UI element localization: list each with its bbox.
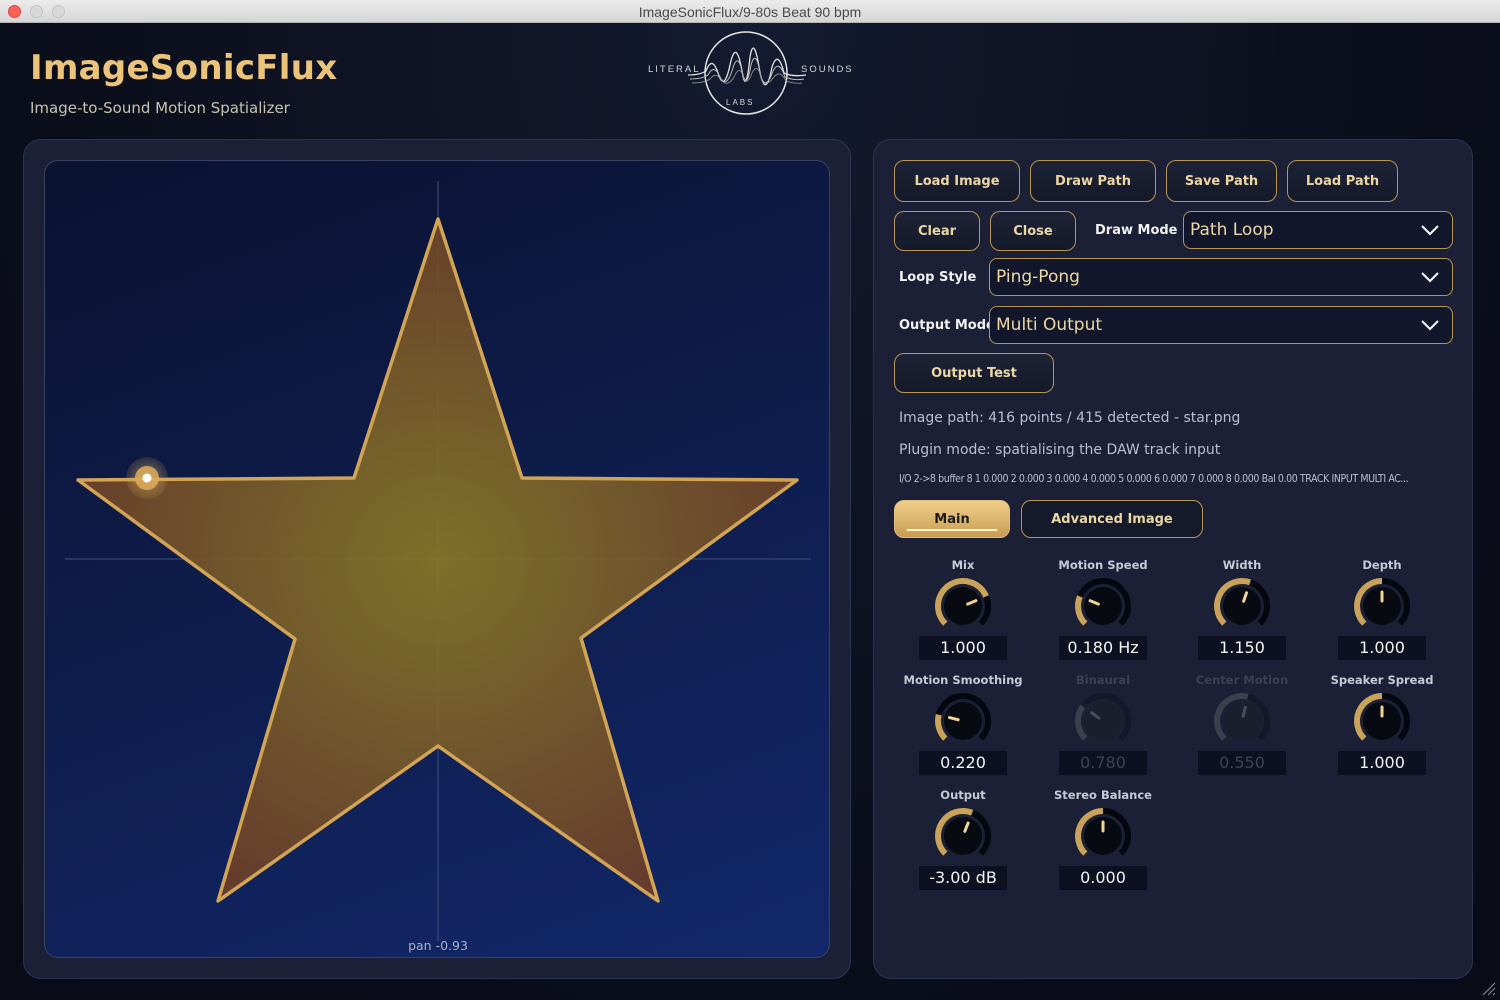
- knob-value-field[interactable]: 1.000: [1338, 751, 1426, 775]
- knob-label: Output: [940, 788, 986, 802]
- app-title: ImageSonicFlux: [30, 48, 338, 88]
- logo-text-sounds: SOUNDS: [801, 64, 854, 75]
- window-titlebar: ImageSonicFlux/9-80s Beat 90 bpm: [0, 0, 1500, 23]
- loop-style-label: Loop Style: [899, 270, 977, 285]
- knob-dial[interactable]: [933, 806, 993, 866]
- knob-value-field: 0.780: [1059, 751, 1147, 775]
- draw-mode-label: Draw Mode: [1095, 223, 1178, 238]
- knob-speaker-spread: Speaker Spread 1.000: [1312, 673, 1452, 788]
- spatial-canvas[interactable]: pan -0.93: [44, 160, 830, 958]
- knob-body: [1084, 587, 1122, 625]
- draw-path-button[interactable]: Draw Path: [1030, 160, 1156, 202]
- loop-style-value: Ping-Pong: [996, 267, 1080, 287]
- knob-depth: Depth 1.000: [1312, 558, 1452, 673]
- knob-body: [1223, 587, 1261, 625]
- knob-value-field: 0.550: [1198, 751, 1286, 775]
- draw-mode-select[interactable]: Path Loop: [1183, 211, 1453, 249]
- output-test-button[interactable]: Output Test: [894, 353, 1054, 393]
- logo-text-labs: LABS: [726, 98, 755, 107]
- spatial-canvas-panel: pan -0.93: [23, 139, 851, 979]
- knob-dial[interactable]: [933, 691, 993, 751]
- chevron-down-icon: [1421, 320, 1439, 331]
- knob-value-field[interactable]: 0.180 Hz: [1059, 636, 1147, 660]
- knob-label: Center Motion: [1195, 673, 1289, 687]
- knob-pointer: [1241, 705, 1247, 718]
- knob-label: Motion Speed: [1058, 558, 1148, 572]
- knob-center-motion: Center Motion 0.550: [1172, 673, 1312, 788]
- knob-label: Speaker Spread: [1330, 673, 1434, 687]
- close-button[interactable]: Close: [990, 211, 1076, 251]
- knob-output: Output -3.00 dB: [893, 788, 1033, 903]
- knob-label: Depth: [1362, 558, 1402, 572]
- load-image-button[interactable]: Load Image: [894, 160, 1020, 202]
- controls-panel: Load Image Draw Path Save Path Load Path…: [873, 139, 1473, 979]
- knob-value-field[interactable]: -3.00 dB: [919, 866, 1007, 890]
- logo-text-literal: LITERAL: [648, 64, 701, 75]
- draw-mode-value: Path Loop: [1190, 220, 1274, 240]
- star-path-drawing: [65, 181, 811, 941]
- knob-width: Width 1.150: [1172, 558, 1312, 673]
- literal-sounds-labs-logo: LITERAL SOUNDS LABS: [640, 27, 855, 119]
- app-subtitle: Image-to-Sound Motion Spatializer: [30, 99, 290, 117]
- knob-value-field[interactable]: 1.000: [919, 636, 1007, 660]
- knob-motion-smoothing: Motion Smoothing 0.220: [893, 673, 1033, 788]
- knob-dial: [1075, 693, 1131, 741]
- knob-dial[interactable]: [1352, 576, 1412, 636]
- knob-dial[interactable]: [1073, 806, 1133, 866]
- knob-level-arc: [1075, 595, 1088, 626]
- knob-label: Mix: [951, 558, 975, 572]
- chevron-down-icon: [1421, 272, 1439, 283]
- knob-stereo-balance: Stereo Balance 0.000: [1033, 788, 1173, 903]
- knob-body: [1084, 702, 1122, 740]
- knob-mix: Mix 1.000: [893, 558, 1033, 673]
- knob-label: Width: [1222, 558, 1262, 572]
- knob-value-field[interactable]: 1.150: [1198, 636, 1286, 660]
- knob-body: [944, 587, 982, 625]
- clear-button[interactable]: Clear: [894, 211, 980, 251]
- load-path-button[interactable]: Load Path: [1287, 160, 1398, 202]
- io-meter-readout: I/O 2->8 buffer 8 1 0.000 2 0.000 3 0.00…: [899, 473, 1409, 485]
- knob-dial: [1214, 693, 1270, 741]
- image-path-status: Image path: 416 points / 415 detected - …: [899, 410, 1241, 426]
- tab-main[interactable]: Main: [894, 500, 1010, 538]
- knob-dial[interactable]: [1352, 691, 1412, 751]
- knob-value-field[interactable]: 1.000: [1338, 636, 1426, 660]
- knob-motion-speed: Motion Speed 0.180 Hz: [1033, 558, 1173, 673]
- knob-label: Stereo Balance: [1054, 788, 1152, 802]
- resize-grip-icon[interactable]: [1480, 980, 1496, 996]
- tab-advanced-image[interactable]: Advanced Image: [1021, 500, 1203, 538]
- output-mode-value: Multi Output: [996, 315, 1103, 335]
- knob-dial[interactable]: [1212, 576, 1272, 636]
- knob-dial[interactable]: [933, 576, 993, 636]
- knob-value-field[interactable]: 0.220: [919, 751, 1007, 775]
- plugin-mode-status: Plugin mode: spatialising the DAW track …: [899, 442, 1221, 458]
- knob-body: [1223, 702, 1261, 740]
- playhead-dot[interactable]: [142, 473, 152, 483]
- output-mode-select[interactable]: Multi Output: [989, 306, 1453, 344]
- chevron-down-icon: [1421, 225, 1439, 236]
- knob-body: [944, 702, 982, 740]
- knob-body: [944, 817, 982, 855]
- save-path-button[interactable]: Save Path: [1166, 160, 1277, 202]
- knob-value-field[interactable]: 0.000: [1059, 866, 1147, 890]
- plugin-window: ImageSonicFlux Image-to-Sound Motion Spa…: [0, 23, 1500, 1000]
- knob-binaural: Binaural 0.780: [1033, 673, 1173, 788]
- window-title: ImageSonicFlux/9-80s Beat 90 bpm: [638, 4, 862, 20]
- loop-style-select[interactable]: Ping-Pong: [989, 258, 1453, 296]
- knob-dial[interactable]: [1073, 576, 1133, 636]
- output-mode-label: Output Mode: [899, 318, 995, 333]
- pan-readout: pan -0.93: [408, 938, 468, 953]
- knob-label: Binaural: [1075, 673, 1131, 687]
- knob-label: Motion Smoothing: [903, 673, 1023, 687]
